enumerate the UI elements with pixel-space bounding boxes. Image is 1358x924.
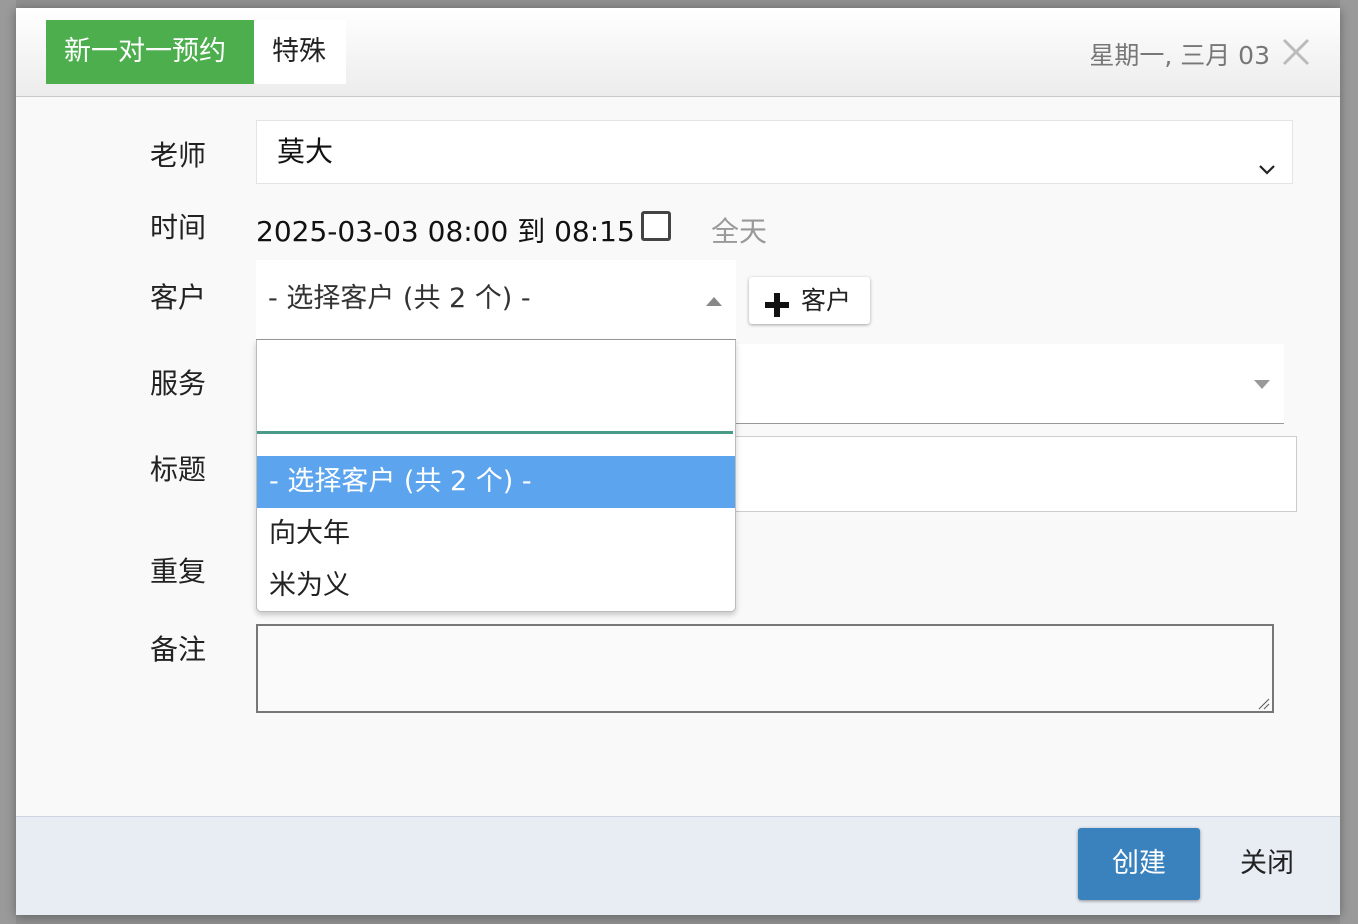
- repeat-label: 重复: [150, 555, 207, 588]
- background-page-left: [0, 0, 16, 924]
- all-day-label: 全天: [711, 215, 768, 248]
- client-label: 客户: [150, 281, 207, 314]
- service-select[interactable]: [734, 344, 1284, 424]
- caret-up-icon: [706, 297, 722, 306]
- teacher-label: 老师: [150, 139, 207, 172]
- tab-new-one-on-one[interactable]: 新一对一预约: [46, 20, 254, 84]
- service-label: 服务: [150, 367, 207, 400]
- notes-label: 备注: [150, 633, 207, 666]
- appointment-modal: 新一对一预约 特殊 星期一, 三月 03 老师 莫大 时间 2025-03-03…: [16, 8, 1340, 915]
- background-page-right: [1340, 0, 1358, 924]
- client-option[interactable]: 米为义: [257, 560, 735, 611]
- time-label: 时间: [150, 211, 207, 244]
- modal-footer: 创建 关闭: [16, 816, 1340, 915]
- add-client-button[interactable]: 客户: [749, 277, 870, 324]
- resize-grip-icon[interactable]: [1256, 695, 1270, 710]
- client-select-value: - 选择客户 (共 2 个) -: [268, 283, 531, 314]
- teacher-select-value: 莫大: [277, 135, 334, 168]
- time-range: 2025-03-03 08:00 到 08:15: [256, 215, 635, 248]
- teacher-select[interactable]: 莫大: [256, 120, 1293, 184]
- client-search-input[interactable]: [257, 340, 733, 434]
- client-select[interactable]: - 选择客户 (共 2 个) -: [256, 260, 736, 340]
- close-icon[interactable]: [1280, 36, 1312, 68]
- title-label: 标题: [150, 453, 207, 486]
- client-option[interactable]: 向大年: [257, 508, 735, 560]
- title-input[interactable]: [734, 436, 1297, 512]
- client-dropdown: - 选择客户 (共 2 个) - 向大年 米为义: [256, 340, 736, 612]
- tab-special[interactable]: 特殊: [254, 20, 346, 84]
- plus-icon: [763, 287, 791, 317]
- close-button[interactable]: 关闭: [1226, 828, 1308, 900]
- create-button[interactable]: 创建: [1078, 828, 1200, 900]
- all-day-checkbox[interactable]: [641, 211, 671, 241]
- header-date: 星期一, 三月 03: [1089, 41, 1270, 70]
- chevron-down-icon: [1256, 141, 1278, 175]
- caret-down-icon: [1254, 380, 1270, 389]
- add-client-label: 客户: [801, 286, 852, 315]
- client-option-placeholder[interactable]: - 选择客户 (共 2 个) -: [257, 456, 735, 508]
- modal-header: 新一对一预约 特殊 星期一, 三月 03: [16, 8, 1340, 97]
- notes-textarea[interactable]: [256, 624, 1274, 713]
